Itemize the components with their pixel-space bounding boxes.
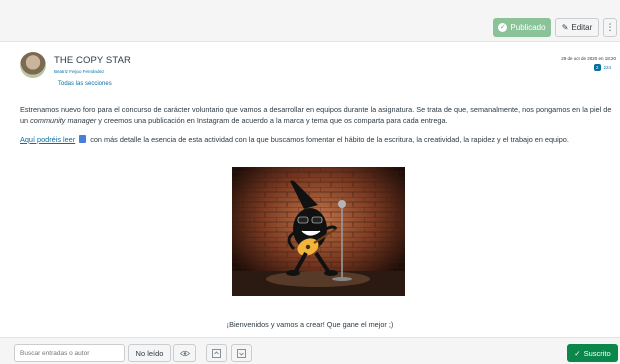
post-paragraph-2: Aquí podréis leer con más detalle la ese… [20,134,616,145]
check-icon: ✓ [574,348,581,358]
guitar-note-illustration [232,167,405,296]
published-button[interactable]: ✓ Publicado [493,18,551,37]
post-paragraph-1: Estrenamos nuevo foro para el concurso d… [20,104,616,126]
paragraph2-text: con más detalle la esencia de esta activ… [88,135,569,144]
author-link[interactable]: Beatriz Feijoo Fernández [54,69,104,74]
post-image [232,167,405,296]
mark-read-button[interactable] [173,344,196,362]
pencil-icon: ✎ [561,23,569,32]
more-vertical-icon: ⋮ [605,22,615,32]
avatar[interactable] [20,52,46,78]
more-options-button[interactable]: ⋮ [603,18,617,37]
image-caption: ¡Bienvenidos y vamos a crear! Que gane e… [226,320,394,329]
paragraph1-end: y creemos una publicación en Instagram d… [96,116,448,125]
post-title: THE COPY STAR [54,55,131,66]
reply-counter: 2 224 [594,64,611,71]
post-date: 29 de oct de 2020 en 18:20 [561,56,616,61]
sections-link[interactable]: Todas las secciones [58,81,112,87]
expand-button[interactable] [231,344,252,362]
search-input[interactable] [14,344,125,362]
published-label: Publicado [510,23,546,32]
reply-count: 224 [603,65,612,70]
collapse-up-icon [212,348,221,358]
unread-filter-button[interactable]: No leído [128,344,171,362]
eye-icon [179,350,190,356]
paragraph1-emphasis: community manager [30,116,97,125]
unread-label: No leído [135,348,164,358]
read-more-link[interactable]: Aquí podréis leer [20,135,75,144]
check-circle-icon: ✓ [498,23,508,32]
edit-button[interactable]: ✎ Editar [555,18,599,37]
edit-label: Editar [571,23,593,32]
subscribed-label: Suscrito [583,348,611,358]
unread-badge: 2 [594,64,601,71]
expand-down-icon [237,348,246,358]
subscribed-button[interactable]: ✓ Suscrito [567,344,618,362]
collapse-button[interactable] [206,344,227,362]
document-icon[interactable] [79,135,87,143]
